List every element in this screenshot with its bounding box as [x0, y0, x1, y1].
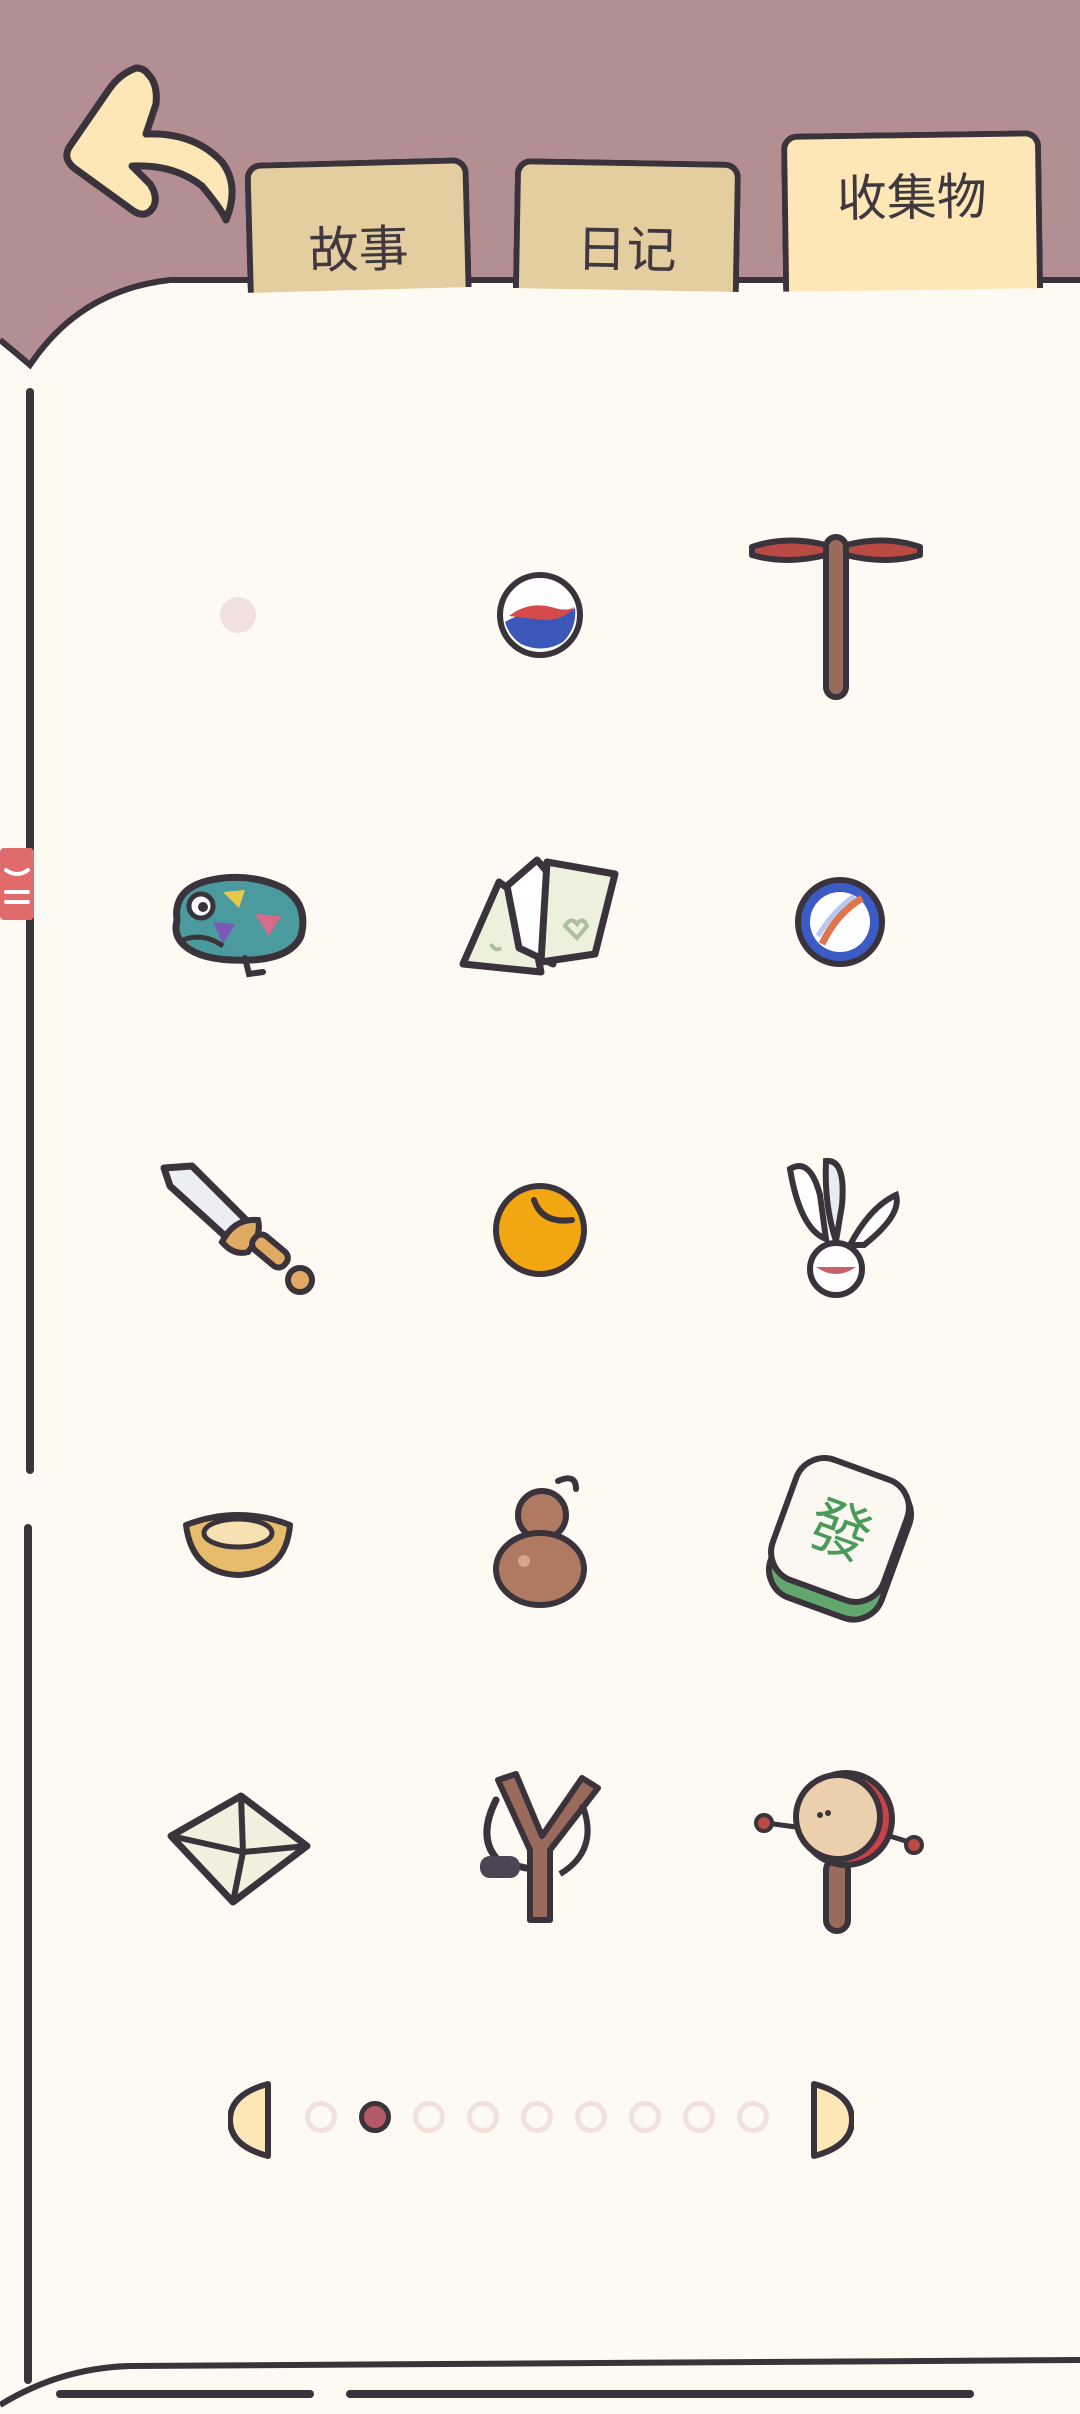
collection-slot-13[interactable] — [138, 1750, 338, 1950]
prev-page-button[interactable] — [228, 2080, 278, 2160]
page-dot-1[interactable] — [305, 2101, 337, 2133]
shuttlecock-icon — [786, 1158, 900, 1298]
wooden-sword-icon — [160, 1162, 315, 1295]
page-dot-5[interactable] — [521, 2101, 553, 2133]
page-dot-8[interactable] — [683, 2101, 715, 2133]
orange-bead-icon — [493, 1183, 587, 1277]
page-dot-7[interactable] — [629, 2101, 661, 2133]
collection-slot-2[interactable] — [440, 515, 640, 715]
page-dot-6[interactable] — [575, 2101, 607, 2133]
tab-diary[interactable]: 日记 — [512, 158, 742, 292]
page-dot-2[interactable] — [359, 2101, 391, 2133]
tab-collection[interactable]: 收集物 — [780, 130, 1044, 292]
collection-slot-3[interactable] — [736, 515, 936, 715]
collection-slot-14[interactable] — [440, 1750, 640, 1950]
tab-story-label: 故事 — [307, 219, 410, 281]
collection-slot-12[interactable]: 發 — [740, 1440, 940, 1640]
collection-slot-5[interactable] — [440, 822, 640, 1022]
page-dot-4[interactable] — [467, 2101, 499, 2133]
next-page-button[interactable] — [804, 2080, 854, 2160]
rattle-drum-icon — [754, 1770, 924, 1934]
collection-slot-8[interactable] — [440, 1130, 640, 1330]
mahjong-tile-icon: 發 — [766, 1455, 914, 1623]
small-marble-icon — [497, 572, 583, 658]
collection-slot-6[interactable] — [740, 822, 940, 1022]
toy-frog-icon — [172, 873, 307, 978]
page-dot-3[interactable] — [413, 2101, 445, 2133]
collection-slot-11[interactable] — [440, 1440, 640, 1640]
tab-story[interactable]: 故事 — [244, 157, 472, 293]
collection-slot-15[interactable] — [740, 1750, 940, 1950]
tab-diary-label: 日记 — [576, 220, 678, 280]
collection-slot-9[interactable] — [740, 1130, 940, 1330]
gold-ingot-icon — [183, 1512, 293, 1578]
gourd-icon — [493, 1475, 587, 1608]
collection-slot-7[interactable] — [138, 1130, 338, 1330]
paper-pieces-icon — [459, 856, 619, 976]
collection-slot-4[interactable] — [138, 822, 338, 1022]
page-dot-9[interactable] — [737, 2101, 769, 2133]
blue-marble-icon — [795, 877, 885, 967]
collection-slot-10[interactable] — [138, 1440, 338, 1640]
back-arrow-icon — [63, 64, 236, 224]
slingshot-icon — [480, 1771, 601, 1923]
tab-collection-label: 收集物 — [836, 167, 988, 229]
back-button[interactable] — [54, 60, 244, 230]
paper-envelope-icon — [167, 1792, 311, 1906]
locked-slot-dot — [220, 597, 256, 633]
collection-slot-1[interactable] — [138, 515, 338, 715]
bookmark-icon[interactable] — [0, 848, 34, 920]
bamboo-dragonfly-icon — [749, 534, 923, 700]
